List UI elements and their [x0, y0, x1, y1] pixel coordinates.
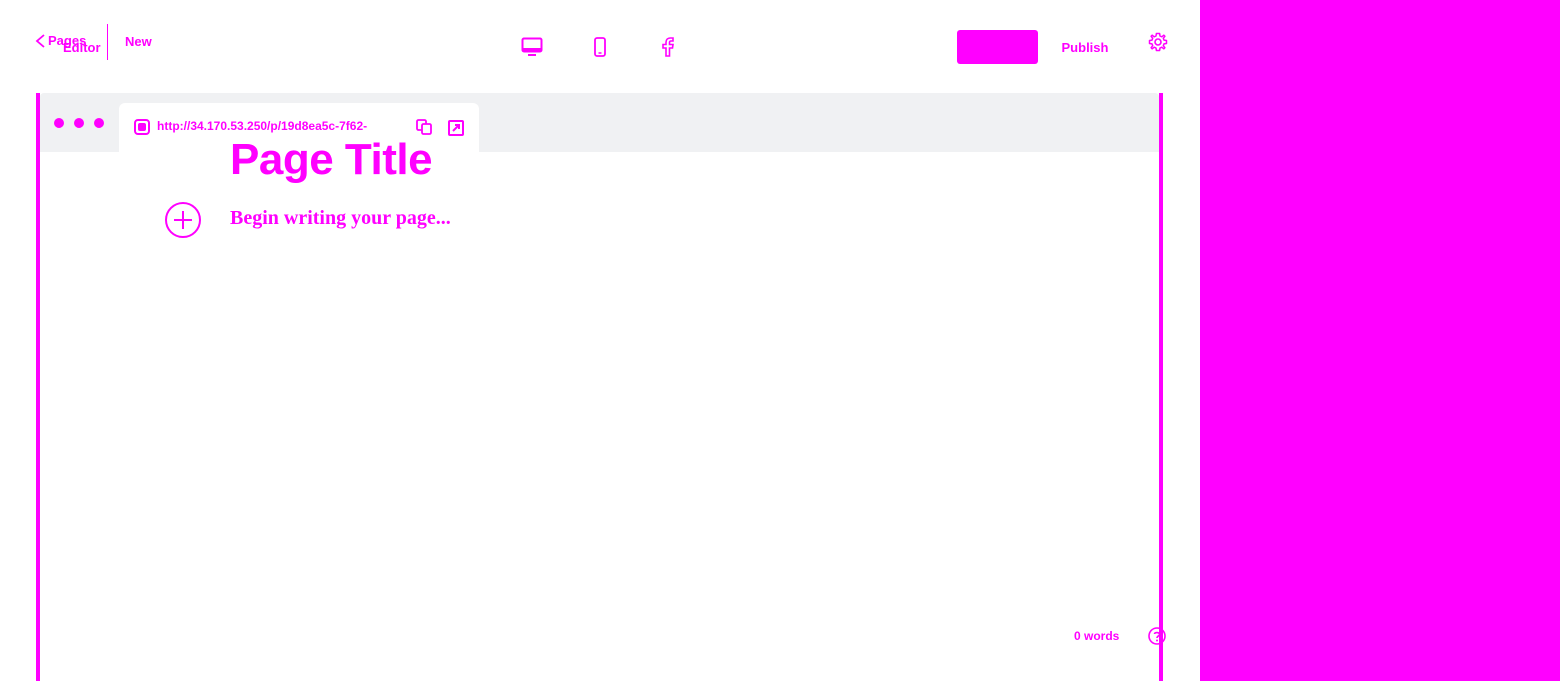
- window-dot-icon: [74, 118, 84, 128]
- facebook-view-button[interactable]: [655, 34, 681, 60]
- editor-app: Pages Editor New Publish http://34.170.5…: [0, 0, 1560, 681]
- chevron-left-icon: [35, 34, 45, 48]
- external-link-icon[interactable]: [448, 120, 464, 136]
- add-block-icon[interactable]: [164, 201, 202, 239]
- top-bar: Pages Editor New Publish: [0, 0, 1200, 90]
- desktop-view-button[interactable]: [519, 34, 545, 60]
- header-divider: [107, 24, 108, 60]
- desktop-icon: [521, 37, 543, 56]
- help-icon[interactable]: [1148, 627, 1166, 645]
- save-draft-button[interactable]: [957, 30, 1038, 64]
- browser-toolbar: http://34.170.53.250/p/19d8ea5c-7f62-...: [40, 93, 1159, 152]
- site-icon: [134, 119, 150, 135]
- mobile-icon: [594, 37, 606, 57]
- page-status: New: [125, 34, 152, 49]
- browser-preview-frame: http://34.170.53.250/p/19d8ea5c-7f62-...…: [36, 93, 1166, 681]
- window-dot-icon: [54, 118, 64, 128]
- publish-button[interactable]: Publish: [1052, 30, 1118, 64]
- facebook-icon: [662, 37, 674, 57]
- editor-label: Editor: [63, 40, 101, 55]
- window-dot-icon: [94, 118, 104, 128]
- side-panel: [1200, 0, 1560, 681]
- preview-url[interactable]: http://34.170.53.250/p/19d8ea5c-7f62-...: [157, 119, 367, 133]
- gear-icon[interactable]: [1148, 32, 1168, 52]
- word-count: 0 words: [1074, 629, 1120, 643]
- body-editor[interactable]: Begin writing your page...: [230, 207, 451, 230]
- copy-icon[interactable]: [416, 119, 432, 135]
- mobile-view-button[interactable]: [587, 34, 613, 60]
- page-title[interactable]: Page Title: [230, 135, 433, 185]
